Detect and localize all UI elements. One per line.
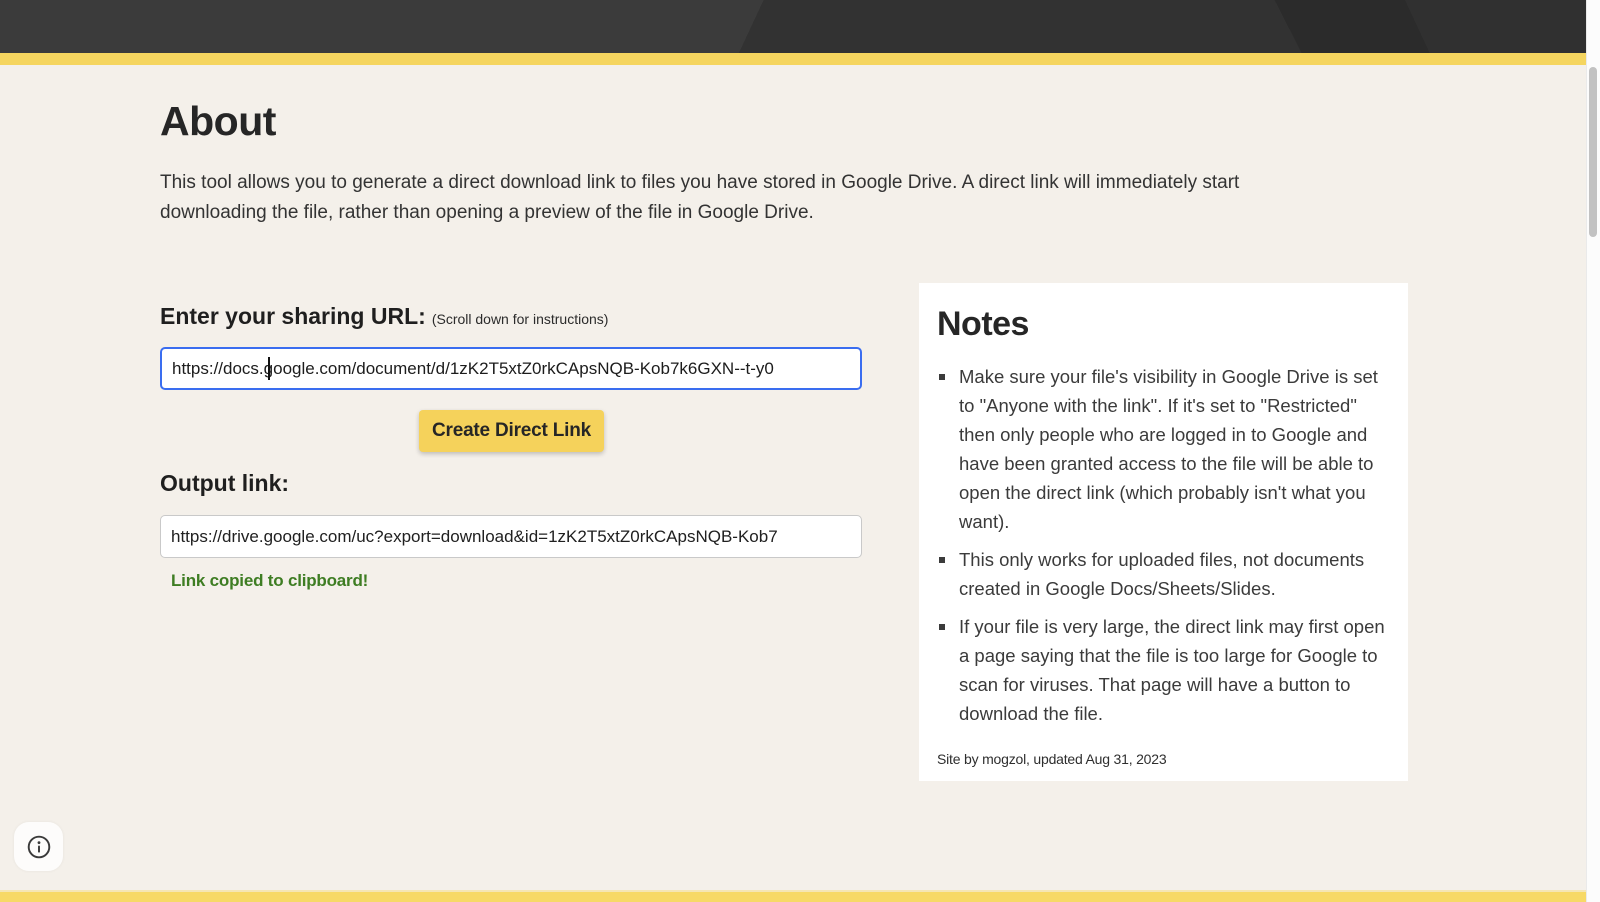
sharing-url-label-row: Enter your sharing URL: (Scroll down for …	[160, 303, 880, 330]
info-button[interactable]	[14, 822, 63, 871]
scrollbar-track[interactable]	[1586, 0, 1600, 902]
scrollbar-thumb[interactable]	[1589, 67, 1597, 237]
notes-panel: Notes Make sure your file's visibility i…	[919, 283, 1408, 781]
notes-list: Make sure your file's visibility in Goog…	[937, 362, 1390, 728]
page-title: About	[160, 98, 276, 145]
site-header-banner	[0, 0, 1600, 53]
notes-item: If your file is very large, the direct l…	[937, 612, 1390, 728]
site-credit: Site by mogzol, updated Aug 31, 2023	[937, 751, 1166, 767]
header-accent-stripe	[0, 53, 1600, 65]
copy-status-message: Link copied to clipboard!	[171, 571, 368, 591]
output-link-label: Output link:	[160, 470, 289, 497]
about-description: This tool allows you to generate a direc…	[160, 168, 1320, 228]
sharing-url-input[interactable]	[160, 347, 862, 390]
scroll-hint: (Scroll down for instructions)	[432, 311, 609, 327]
text-caret	[268, 357, 270, 380]
output-link-input[interactable]	[160, 515, 862, 558]
footer-accent-stripe	[0, 890, 1600, 902]
notes-title: Notes	[937, 305, 1390, 344]
sharing-url-label: Enter your sharing URL:	[160, 303, 426, 329]
info-icon	[26, 834, 52, 860]
notes-item: This only works for uploaded files, not …	[937, 545, 1390, 603]
create-direct-link-button[interactable]: Create Direct Link	[419, 410, 604, 452]
notes-item: Make sure your file's visibility in Goog…	[937, 362, 1390, 536]
